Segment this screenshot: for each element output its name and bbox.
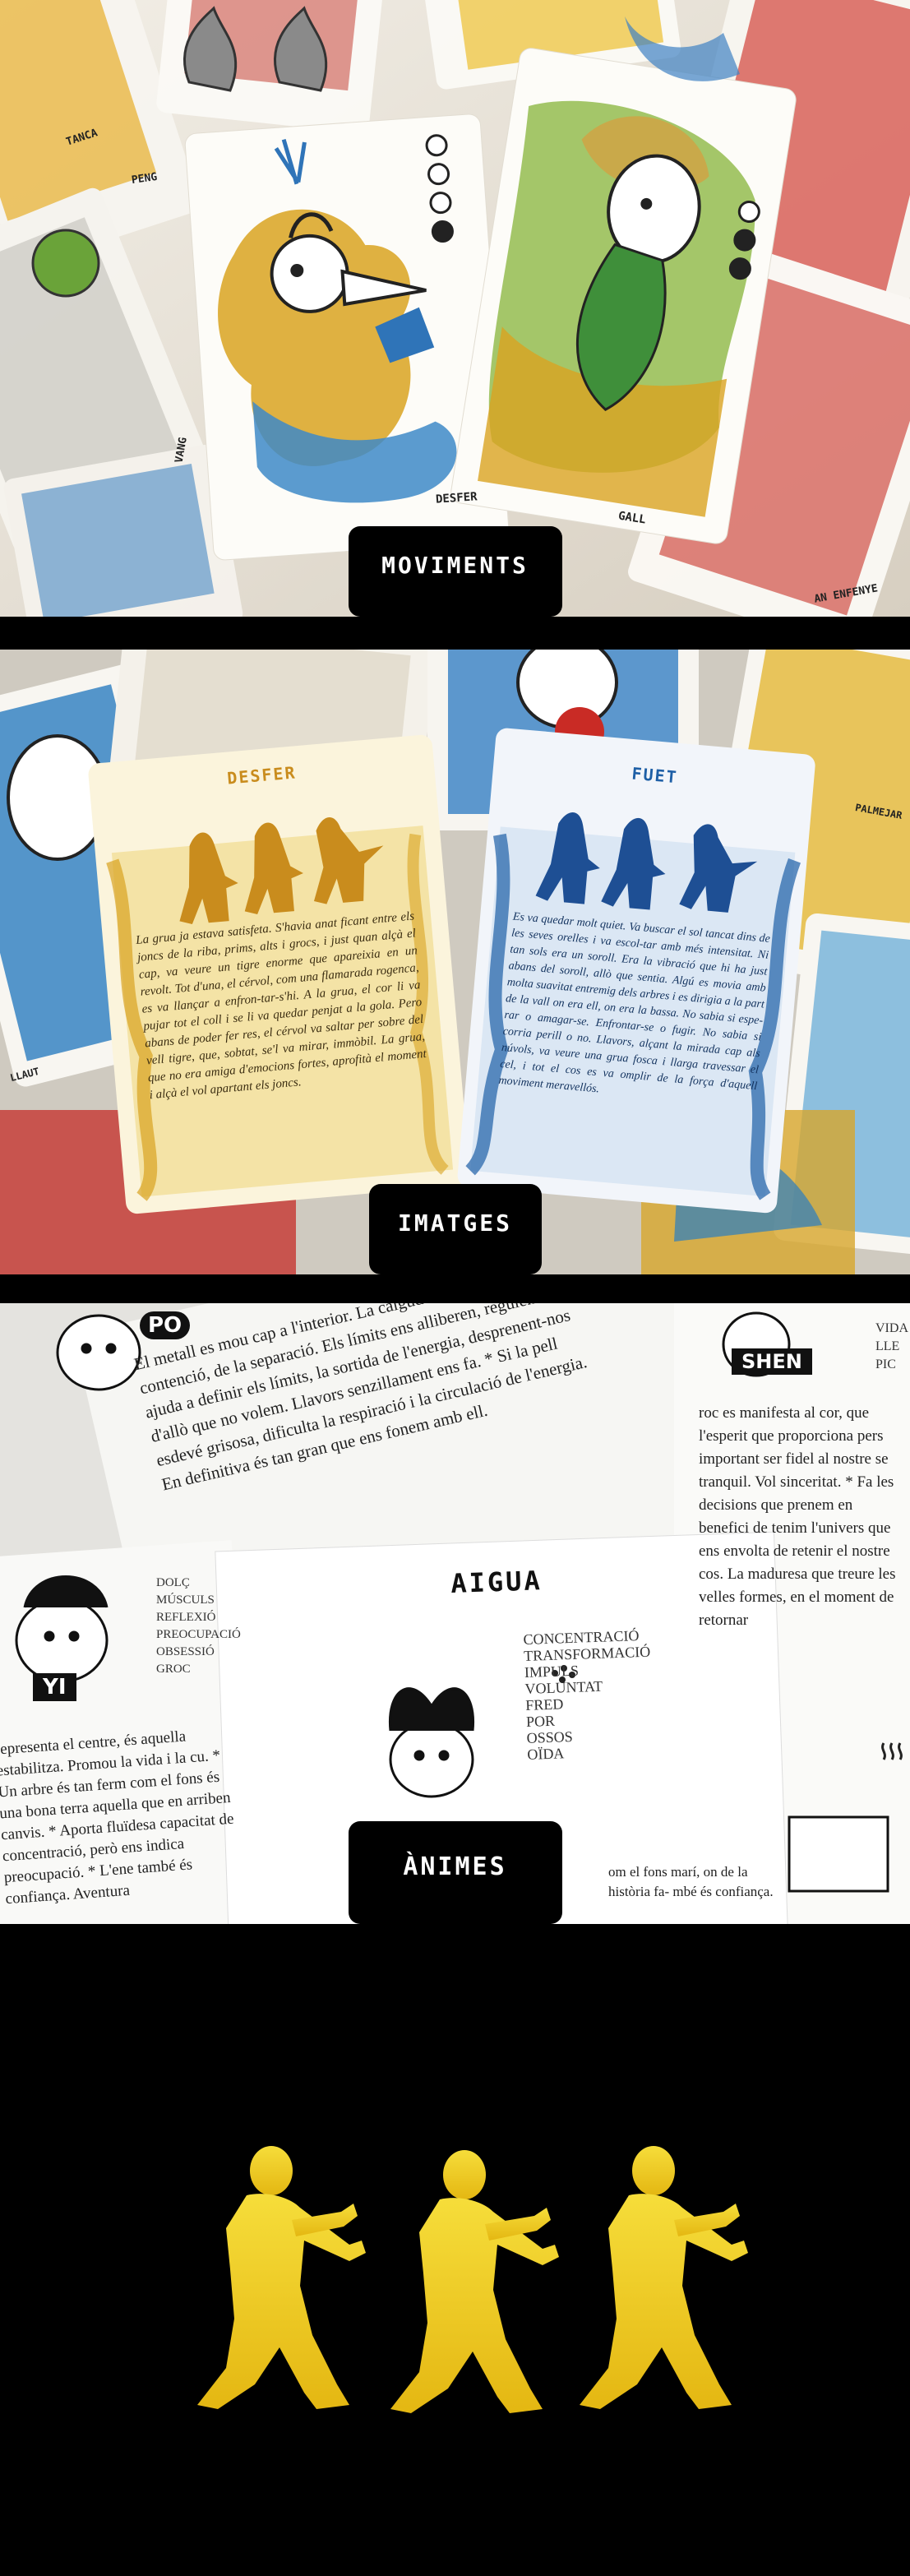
card-desfer: DESFER La grua ja estava satisfeta. S'ha… xyxy=(97,752,453,1107)
char-tag-po: PO xyxy=(140,1311,191,1339)
figures-section xyxy=(0,1924,910,2576)
animes-section: El metall es mou cap a l'interior. La ca… xyxy=(0,1303,910,1924)
char-tag-yi: YI xyxy=(33,1673,76,1701)
tai-chi-figures xyxy=(197,2146,748,2413)
aigua-trait: OÏDA xyxy=(527,1745,565,1763)
aigua-title: AIGUA xyxy=(450,1565,543,1600)
char-tag-shen: SHEN xyxy=(732,1348,812,1375)
right-list-item: PIC xyxy=(875,1357,896,1371)
aigua-traits: CONCENTRACIÓ TRANSFORMACIÓ IMPULS VOLUNT… xyxy=(523,1627,654,1763)
tai-chi-figure-2 xyxy=(390,2150,559,2413)
imatges-section: DESFER La grua ja estava satisfeta. S'ha… xyxy=(0,650,910,1274)
moviments-photo xyxy=(0,0,910,617)
tai-chi-figure-3 xyxy=(580,2146,748,2409)
moviments-section: DESFER GALL TANCA PENG VANG AN ENFENYE M… xyxy=(0,0,910,617)
card-fuet-body: Es va quedar molt quiet. Va buscar el so… xyxy=(497,910,771,1096)
animes-badge: ÀNIMES xyxy=(348,1821,562,1924)
moviments-badge: MOVIMENTS xyxy=(348,526,562,617)
right-list-item: VIDA xyxy=(875,1321,908,1335)
imatges-badge: IMATGES xyxy=(368,1184,542,1274)
right-list: VIDA LLE PIC xyxy=(875,1320,908,1374)
card-fuet: FUET Es va quedar molt quiet. Va buscar … xyxy=(475,752,807,1114)
card-desfer-body: La grua ja estava satisfeta. S'havia ana… xyxy=(135,909,427,1103)
page-text-bottom-left: representa el centre, és aquella estabil… xyxy=(0,1727,235,1908)
right-list-item: LLE xyxy=(875,1339,900,1353)
tai-chi-figure-1 xyxy=(197,2146,366,2409)
